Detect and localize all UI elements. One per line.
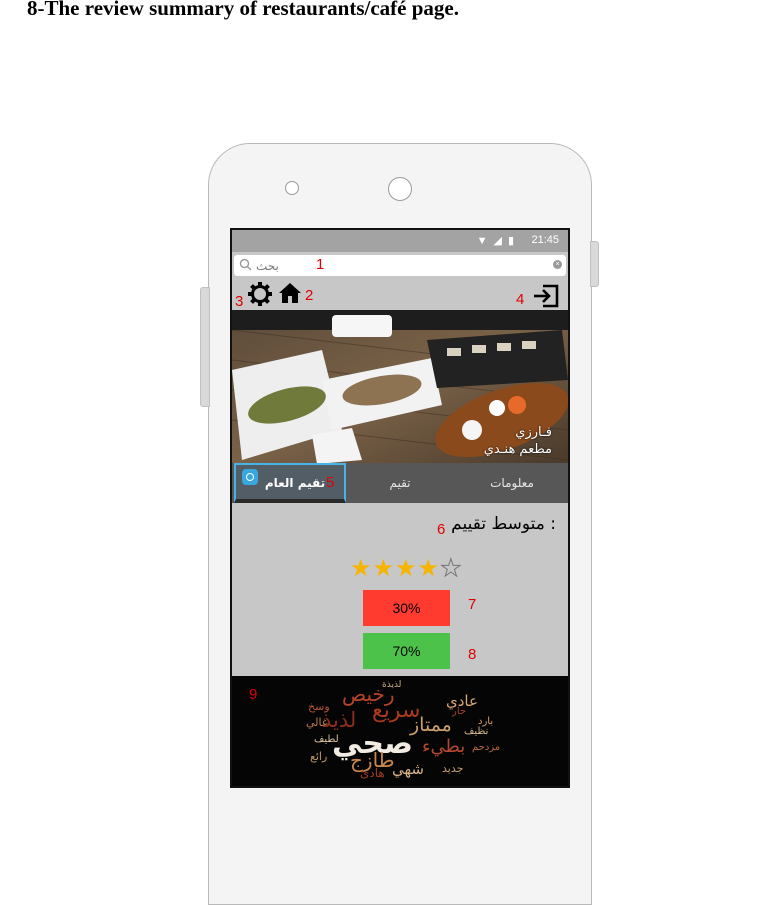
cloud-word: بارد (478, 716, 494, 727)
marker-3: 3 (235, 293, 244, 310)
search-bar[interactable]: × (234, 255, 566, 276)
marker-6: 6 (437, 521, 446, 538)
phone-power-button (590, 241, 599, 287)
star-filled-icon: ★ (417, 555, 441, 582)
restaurant-name: فـارزي (515, 425, 552, 440)
negative-percentage-box: 30% (363, 590, 450, 626)
front-camera (285, 181, 299, 195)
restaurant-category: مطعم هنـدي (483, 442, 552, 457)
tab-rate-label: تقيم (389, 476, 411, 490)
marker-8: 8 (468, 646, 477, 663)
cloud-word: هادئ (360, 766, 385, 780)
cloud-word: بطيء (422, 736, 466, 757)
app-screen: ▼◢▮ 21:45 × 1 3 2 4 (230, 228, 570, 788)
star-empty-icon: ★ (440, 555, 463, 583)
cloud-word: لطيف (314, 734, 339, 745)
marker-7: 7 (468, 596, 477, 613)
status-time: 21:45 (531, 234, 559, 246)
marker-2: 2 (305, 287, 314, 304)
cloud-word: وسخ (308, 700, 330, 713)
cloud-word: رائع (310, 750, 328, 763)
search-icon (239, 258, 252, 271)
rating-stars: ★★★★★ (350, 554, 463, 583)
star-filled-icon: ★ (395, 555, 418, 582)
clear-search-icon[interactable]: × (553, 260, 562, 269)
marker-5: 5 (326, 474, 335, 491)
marker-9: 9 (249, 686, 258, 703)
tab-info-label: معلومات (490, 476, 534, 490)
search-input[interactable] (256, 256, 536, 275)
marker-4: 4 (516, 291, 525, 308)
average-rating-label: متوسط تقييم : (451, 514, 556, 534)
phone-volume-button (200, 287, 210, 407)
cloud-word: شهي (392, 760, 424, 778)
camera-badge-icon (242, 469, 258, 485)
positive-percentage-box: 70% (363, 633, 450, 669)
tab-overall-rating-label: تقيم العام (264, 476, 326, 490)
cloud-word: ممتاز (410, 714, 452, 736)
tab-bar: معلومات تقيم تقيم العام (232, 463, 568, 503)
cloud-word: حار (452, 706, 467, 717)
status-bar: ▼◢▮ 21:45 (232, 230, 568, 252)
tab-info[interactable]: معلومات (456, 463, 568, 503)
marker-1: 1 (316, 256, 325, 273)
home-icon[interactable] (278, 282, 302, 304)
tab-rate[interactable]: تقيم (344, 463, 456, 503)
restaurant-photo: فـارزي مطعم هنـدي (232, 310, 568, 464)
cloud-word: نظيف (464, 726, 489, 737)
cloud-word: مزدحم (472, 742, 501, 753)
review-word-cloud: رخيص عادي سريع ممتاز لذيذ صحي طازج بطيء … (232, 676, 568, 786)
restaurant-caption: فـارزي مطعم هنـدي (484, 424, 552, 458)
cloud-word: غالي (306, 716, 328, 729)
star-filled-icon: ★ (372, 555, 396, 582)
star-filled-icon: ★ (350, 555, 373, 582)
logout-icon[interactable] (532, 283, 560, 309)
settings-gear-icon[interactable] (247, 281, 273, 307)
signal-wifi-battery-icons: ▼◢▮ (476, 235, 520, 247)
document-heading: 8-The review summary of restaurants/café… (27, 0, 459, 20)
cloud-word: جديد (442, 762, 464, 775)
earpiece-sensor (388, 177, 412, 201)
cloud-word: لذيذة (382, 680, 402, 690)
